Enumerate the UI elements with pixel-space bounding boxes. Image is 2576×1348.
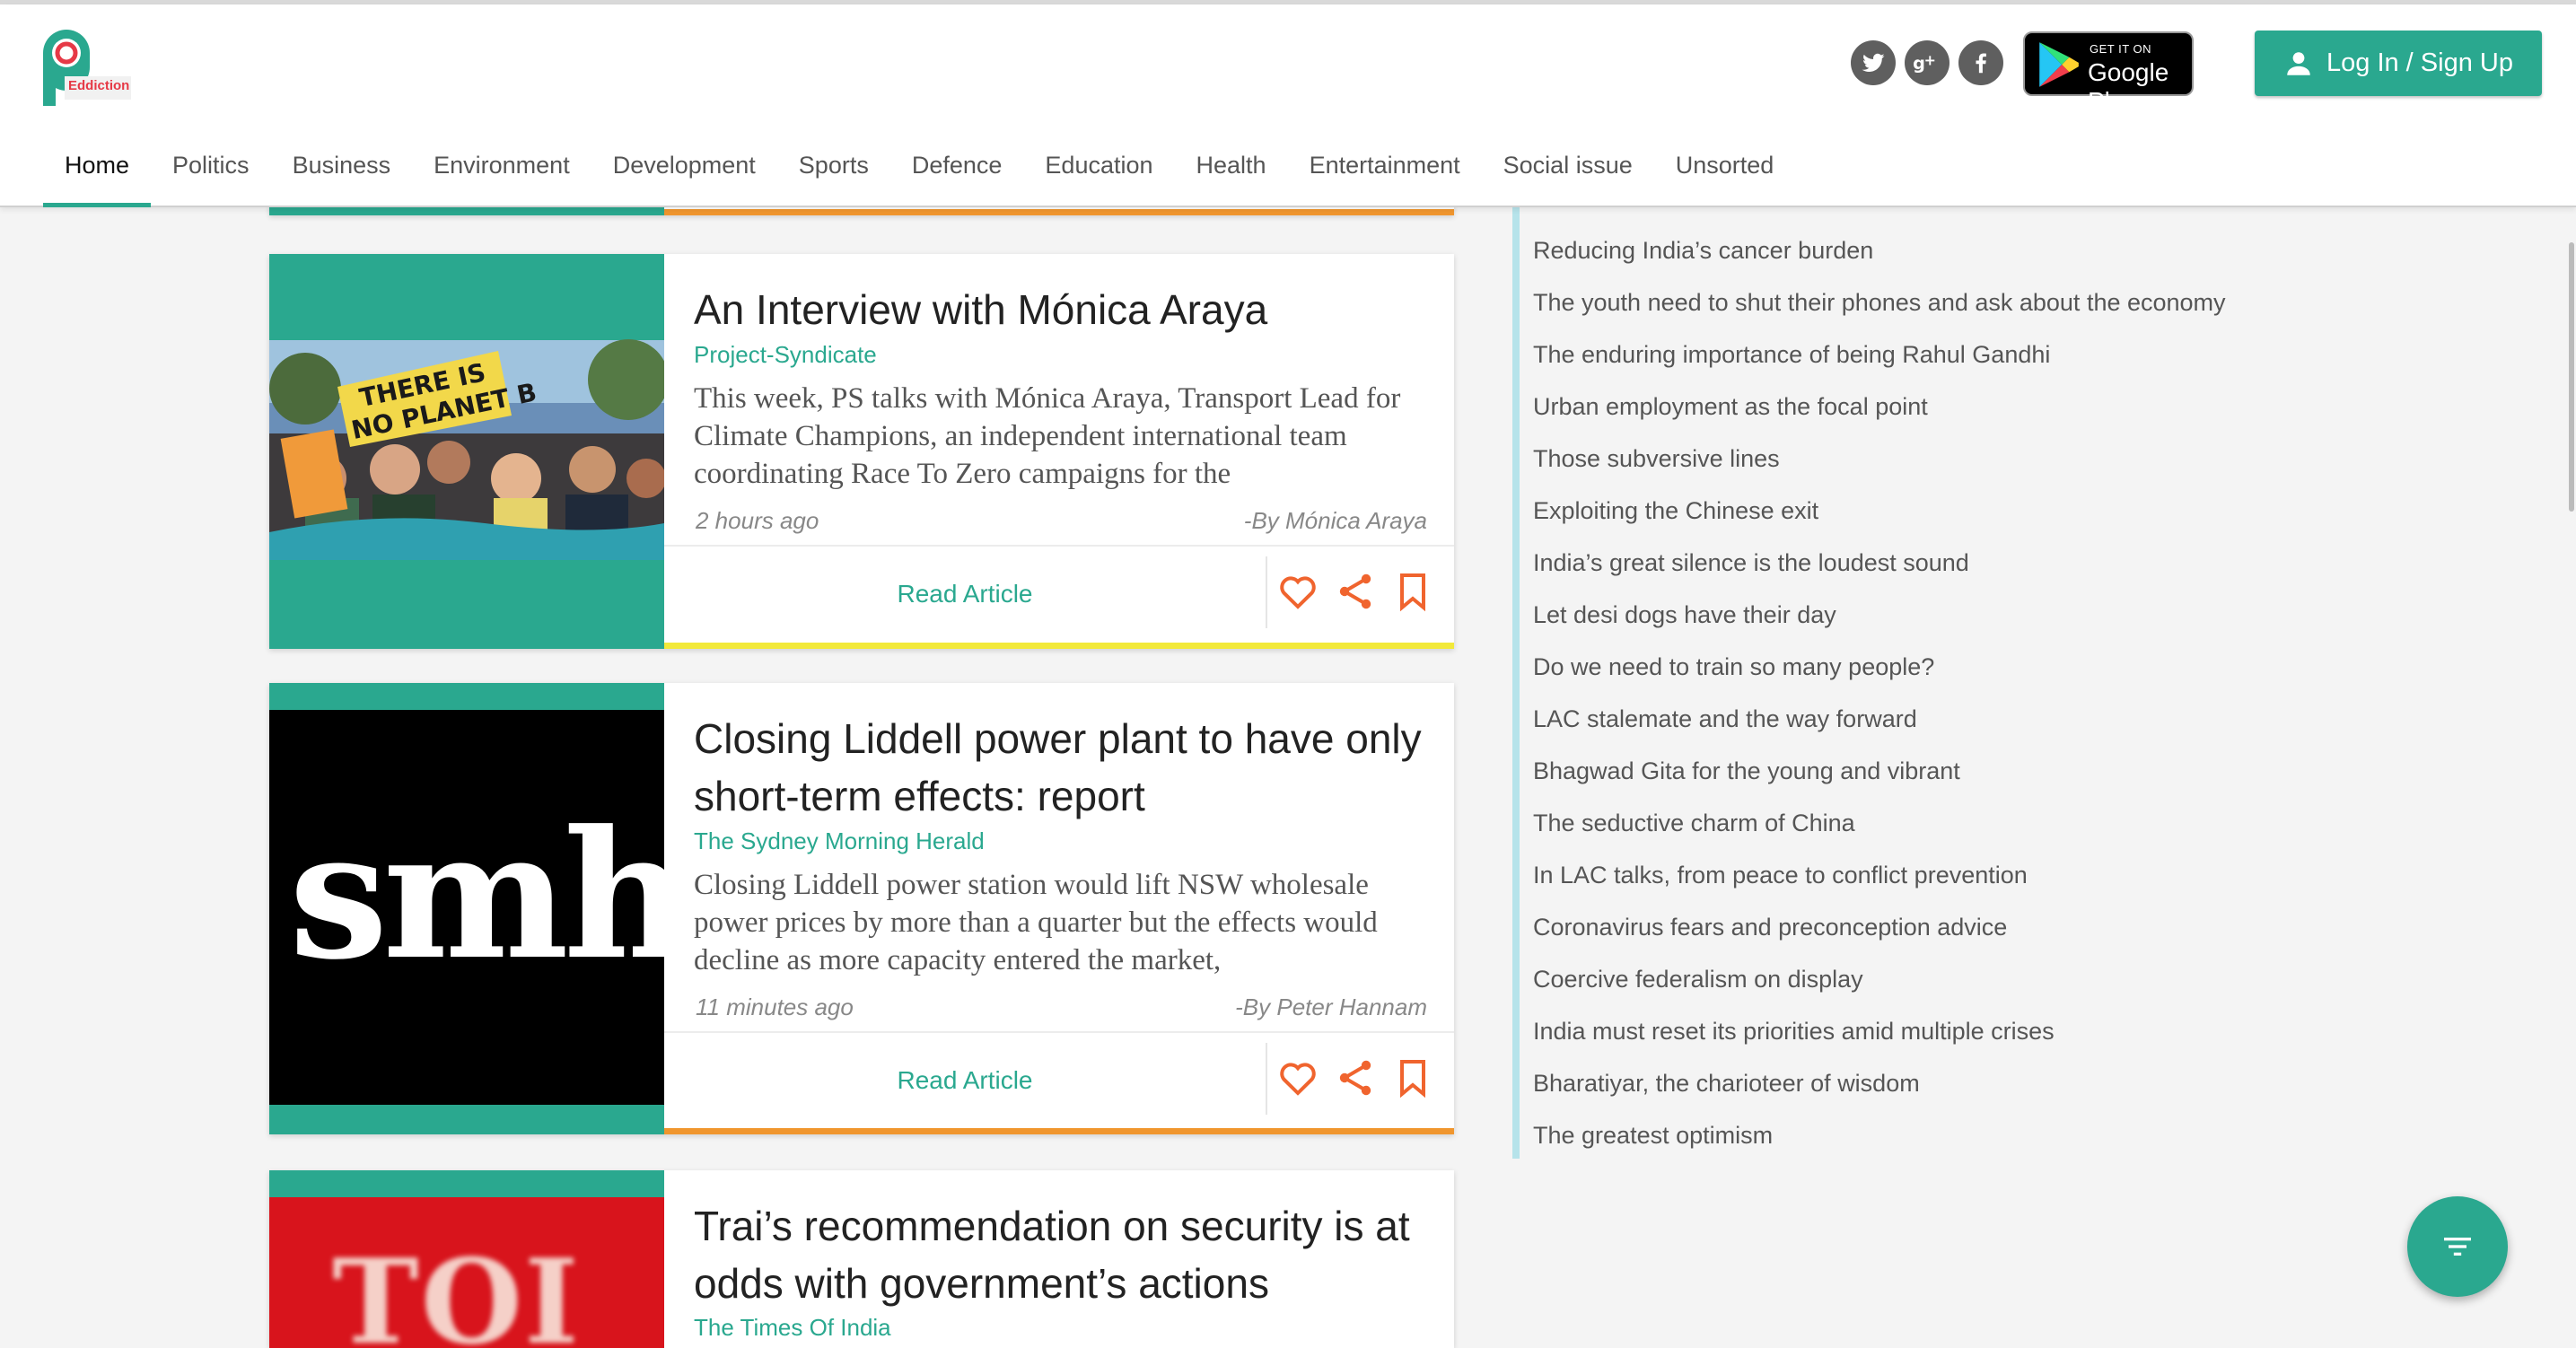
article-image[interactable]: TOI <box>269 1170 664 1348</box>
smh-logo-image: smh <box>269 710 664 1105</box>
article-author: -By Peter Hannam <box>1235 993 1427 1020</box>
nav-item-business[interactable]: Business <box>271 130 413 207</box>
nav-item-politics[interactable]: Politics <box>151 130 271 207</box>
google-plus-icon[interactable]: g + <box>1905 40 1950 85</box>
play-store-icon <box>2039 42 2079 87</box>
headline-link[interactable]: Those subversive lines <box>1533 433 2226 485</box>
headlines-list: Reducing India’s cancer burden The youth … <box>1533 224 2226 1161</box>
logo-mark <box>43 30 131 106</box>
nav-item-defence[interactable]: Defence <box>890 130 1024 207</box>
article-title[interactable]: An Interview with Mónica Araya <box>694 281 1448 338</box>
site-logo[interactable]: Eddiction <box>43 30 133 110</box>
action-divider <box>1266 1043 1267 1115</box>
read-article-button[interactable]: Read Article <box>664 580 1266 608</box>
headline-link[interactable]: Bharatiyar, the charioteer of wisdom <box>1533 1057 2226 1109</box>
article-source[interactable]: The Times Of India <box>694 1314 891 1342</box>
headline-link[interactable]: In LAC talks, from peace to conflict pre… <box>1533 849 2226 901</box>
article-title[interactable]: Trai’s recommendation on security is at … <box>694 1197 1448 1312</box>
headline-link[interactable]: LAC stalemate and the way forward <box>1533 693 2226 745</box>
google-play-badge[interactable]: GET IT ON Google Play <box>2023 31 2194 115</box>
share-icon[interactable] <box>1334 570 1377 613</box>
headline-link[interactable]: Urban employment as the focal point <box>1533 381 2226 433</box>
article-author: -By Mónica Araya <box>1243 507 1427 534</box>
nav-item-environment[interactable]: Environment <box>412 130 591 207</box>
nav-item-sports[interactable]: Sports <box>777 130 890 207</box>
headline-link[interactable]: India’s great silence is the loudest sou… <box>1533 537 2226 589</box>
category-nav: Home Politics Business Environment Developme… <box>43 130 1795 207</box>
nav-item-health[interactable]: Health <box>1175 130 1288 207</box>
card-divider <box>664 1031 1454 1033</box>
headlines-list-accent <box>1512 207 1520 1159</box>
read-article-button[interactable]: Read Article <box>664 1066 1266 1095</box>
page-scrollbar[interactable] <box>2569 242 2574 512</box>
article-summary: Closing Liddell power station would lift… <box>694 869 1378 976</box>
site-header: Eddiction g + GET IT ON Google Play Log I… <box>0 4 2576 207</box>
headline-link[interactable]: The greatest optimism <box>1533 1109 2226 1161</box>
article-image[interactable]: smh <box>269 683 664 1134</box>
headline-link[interactable]: Let desi dogs have their day <box>1533 589 2226 641</box>
nav-item-education[interactable]: Education <box>1023 130 1174 207</box>
headline-link[interactable]: Reducing India’s cancer burden <box>1533 224 2226 276</box>
nav-item-home[interactable]: Home <box>43 130 152 207</box>
headline-link[interactable]: The youth need to shut their phones and … <box>1533 276 2226 328</box>
user-icon <box>2287 51 2310 75</box>
headline-link[interactable]: India must reset its priorities amid mul… <box>1533 1005 2226 1057</box>
logo-text: Eddiction <box>68 78 130 93</box>
bookmark-icon[interactable] <box>1391 570 1434 613</box>
article-source[interactable]: Project-Syndicate <box>694 341 877 369</box>
card-accent-bar <box>664 1128 1454 1134</box>
headline-link[interactable]: The enduring importance of being Rahul G… <box>1533 328 2226 381</box>
article-title[interactable]: Closing Liddell power plant to have only… <box>694 710 1448 825</box>
facebook-icon[interactable] <box>1958 40 2003 85</box>
nav-item-social-issue[interactable]: Social issue <box>1482 130 1654 207</box>
login-signup-button[interactable]: Log In / Sign Up <box>2255 31 2542 96</box>
headline-link[interactable]: Coercive federalism on display <box>1533 953 2226 1005</box>
heart-icon[interactable] <box>1276 1056 1319 1099</box>
headline-link[interactable]: Exploiting the Chinese exit <box>1533 485 2226 537</box>
headline-link[interactable]: Do we need to train so many people? <box>1533 641 2226 693</box>
filter-icon <box>2444 1238 2471 1256</box>
protest-photo: THERE IS NO PLANET B <box>269 339 664 649</box>
nav-item-unsorted[interactable]: Unsorted <box>1654 130 1796 207</box>
article-summary: This week, PS talks with Mónica Araya, T… <box>694 382 1401 490</box>
article-card: smh Closing Liddell power plant to have … <box>269 683 1454 1134</box>
card-divider <box>664 545 1454 547</box>
headline-link[interactable]: Coronavirus fears and preconception advi… <box>1533 901 2226 953</box>
login-label: Log In / Sign Up <box>2326 48 2513 77</box>
twitter-icon[interactable] <box>1851 40 1896 85</box>
heart-icon[interactable] <box>1276 570 1319 613</box>
google-play-big-text: Google Play <box>2088 58 2169 115</box>
article-card: THERE IS NO PLANET B An Interview with M… <box>269 254 1454 649</box>
toi-logo-image: TOI <box>269 1197 664 1348</box>
headline-link[interactable]: The seductive charm of China <box>1533 797 2226 849</box>
bookmark-icon[interactable] <box>1391 1056 1434 1099</box>
article-image[interactable]: THERE IS NO PLANET B <box>269 254 664 649</box>
filter-fab-button[interactable] <box>2407 1196 2508 1297</box>
nav-item-development[interactable]: Development <box>591 130 777 207</box>
article-card: TOI Trai’s recommendation on security is… <box>269 1170 1454 1348</box>
card-accent-bar <box>664 643 1454 649</box>
article-source[interactable]: The Sydney Morning Herald <box>694 827 985 855</box>
share-icon[interactable] <box>1334 1056 1377 1099</box>
action-divider <box>1266 556 1267 628</box>
article-time: 11 minutes ago <box>696 993 854 1020</box>
svg-text:+: + <box>1924 51 1936 68</box>
headline-link[interactable]: Bhagwad Gita for the young and vibrant <box>1533 745 2226 797</box>
nav-item-entertainment[interactable]: Entertainment <box>1288 130 1482 207</box>
article-time: 2 hours ago <box>696 507 819 534</box>
google-play-small-text: GET IT ON <box>2090 42 2152 56</box>
